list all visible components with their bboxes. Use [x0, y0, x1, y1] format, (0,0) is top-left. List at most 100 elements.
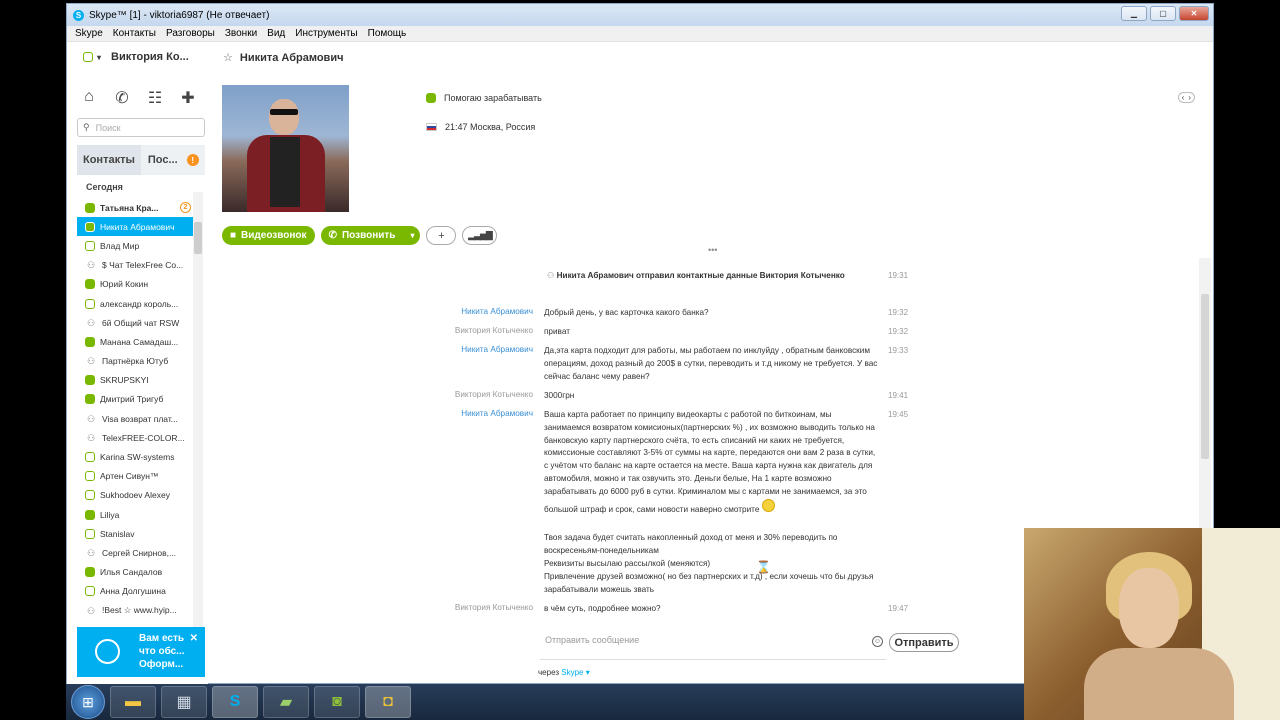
contact-item[interactable]: SKRUPSKYI: [77, 371, 193, 390]
star-icon[interactable]: ☆: [223, 52, 233, 64]
contact-item[interactable]: Stanislav: [77, 524, 193, 543]
hourglass-cursor-icon: ⌛: [756, 560, 771, 574]
via-label: через: [538, 668, 560, 677]
message-text: Ваша карта работает по принципу видеокар…: [544, 409, 879, 516]
message-sender[interactable]: Виктория Котыченко: [361, 326, 533, 335]
contact-item[interactable]: Влад Мир: [77, 236, 193, 255]
add-contact-icon[interactable]: ✚: [180, 88, 196, 108]
contact-name: Юрий Кокин: [100, 279, 149, 290]
message-sender[interactable]: Виктория Котыченко: [361, 603, 533, 612]
contact-item[interactable]: Liliya: [77, 505, 193, 524]
group-chat-icon: ⚇: [86, 317, 96, 328]
menu-help[interactable]: Помощь: [368, 28, 407, 39]
contact-item[interactable]: ⚇ $ Чат TelexFree Co...: [77, 256, 193, 275]
contact-item[interactable]: Манана Самадаш...: [77, 332, 193, 351]
contact-item[interactable]: Татьяна Кра... 2: [77, 198, 193, 217]
minimize-button[interactable]: ▁: [1121, 6, 1147, 21]
contact-item[interactable]: Илья Сандалов: [77, 563, 193, 582]
online-status-icon: [85, 375, 95, 386]
menu-view[interactable]: Вид: [267, 28, 285, 39]
add-button[interactable]: +: [426, 226, 457, 245]
home-icon[interactable]: ⌂: [81, 88, 97, 108]
maximize-button[interactable]: ▢: [1150, 6, 1176, 21]
prev-arrow-icon[interactable]: ‹: [1182, 93, 1185, 102]
tab-contacts[interactable]: Контакты: [77, 145, 141, 175]
title-bar[interactable]: S Skype™ [1] - viktoria6987 (Не отвечает…: [67, 4, 1213, 26]
video-call-button[interactable]: ■ Видеозвонок: [222, 226, 315, 245]
via-skype-dropdown[interactable]: Skype ▾: [561, 668, 589, 677]
contact-item[interactable]: Никита Абрамович: [77, 217, 193, 237]
group-chat-icon: ⚇: [86, 356, 96, 367]
chevron-down-icon[interactable]: ▾: [410, 231, 414, 240]
contact-item[interactable]: ⚇ TelexFREE-COLOR...: [77, 428, 193, 447]
windows-logo-icon: ⊞: [82, 693, 94, 710]
webcam-person-shoulders: [1084, 648, 1234, 720]
emoticon-icon[interactable]: ☺: [872, 636, 883, 647]
promo-line1: Вам есть: [139, 633, 184, 644]
message-sender[interactable]: Никита Абрамович: [361, 307, 533, 316]
message-body: Ваша карта работает по принципу видеокар…: [544, 410, 876, 514]
profile-status[interactable]: ▾ Виктория Ко...: [83, 51, 189, 63]
taskbar-app-green[interactable]: ▰: [263, 686, 309, 718]
promo-banner[interactable]: Вам есть что обс... Оформ... ✕: [77, 627, 205, 677]
contact-item[interactable]: Karina SW-systems: [77, 447, 193, 466]
avatar-shirt: [270, 137, 300, 207]
skype-icon: S: [229, 693, 241, 710]
promo-close-icon[interactable]: ✕: [190, 633, 198, 644]
smiley-icon: [761, 498, 775, 512]
menu-conversations[interactable]: Разговоры: [166, 28, 215, 39]
tab-recent[interactable]: Пос...: [141, 154, 178, 166]
menu-tools[interactable]: Инструменты: [295, 28, 357, 39]
contact-tabs: Контакты Пос... !: [77, 145, 205, 175]
contact-item[interactable]: ⚇ 6й Общий чат RSW: [77, 313, 193, 332]
resize-handle-icon[interactable]: •••: [708, 245, 717, 255]
taskbar-explorer[interactable]: ▬: [110, 686, 156, 718]
send-button[interactable]: Отправить: [889, 633, 959, 652]
profile-nav-arrows[interactable]: ‹ ›: [1177, 92, 1195, 103]
contact-item[interactable]: ⚇ Сергей Снирнов,...: [77, 543, 193, 562]
scroll-thumb[interactable]: [194, 222, 202, 254]
contact-item[interactable]: александр король...: [77, 294, 193, 313]
contact-item[interactable]: Sukhodoev Alexey: [77, 486, 193, 505]
contact-item[interactable]: Артен Сивун™: [77, 467, 193, 486]
call-quality-button[interactable]: ▂▃▅▇: [462, 226, 498, 245]
call-button[interactable]: ✆ Позвонить ▾: [320, 226, 421, 245]
contact-name: Никита Абрамович: [100, 221, 175, 232]
start-button[interactable]: ⊞: [71, 685, 105, 719]
message-text: Да,эта карта подходит для работы, мы раб…: [544, 346, 878, 381]
phone-icon[interactable]: ✆: [114, 88, 130, 108]
chat-scroll-thumb[interactable]: [1201, 294, 1209, 459]
contact-name: Манана Самадаш...: [100, 336, 179, 347]
message-input[interactable]: Отправить сообщение ☺: [540, 632, 886, 660]
contact-item[interactable]: Анна Долгушина: [77, 582, 193, 601]
next-arrow-icon[interactable]: ›: [1188, 93, 1191, 102]
group-icon[interactable]: ☷: [147, 88, 163, 108]
search-input[interactable]: ⚲ Поиск: [77, 118, 205, 137]
menu-contacts[interactable]: Контакты: [113, 28, 156, 39]
contact-item[interactable]: ⚇ Партнёрка Ютуб: [77, 352, 193, 371]
message-sender[interactable]: Виктория Котыченко: [361, 390, 533, 399]
contact-name: Liliya: [100, 509, 120, 520]
taskbar-app-recorder[interactable]: ◘: [365, 686, 411, 718]
contact-name: Дмитрий Тригуб: [100, 394, 164, 405]
message-text: в чём суть, подробнее можно?: [544, 604, 661, 613]
taskbar-app-camera[interactable]: ◙: [314, 686, 360, 718]
contact-item[interactable]: ⚇ Visa возврат плат...: [77, 409, 193, 428]
menu-skype[interactable]: Skype: [75, 28, 103, 39]
online-status-icon: [85, 509, 95, 520]
taskbar-skype[interactable]: S: [212, 686, 258, 718]
menu-calls[interactable]: Звонки: [225, 28, 257, 39]
contact-scrollbar[interactable]: [193, 192, 203, 632]
close-button[interactable]: ✕: [1179, 6, 1209, 21]
message-sender[interactable]: Никита Абрамович: [361, 345, 533, 354]
status-dropdown-icon: ▾: [97, 52, 102, 62]
calculator-icon: ▦: [176, 694, 192, 711]
taskbar-calculator[interactable]: ▦: [161, 686, 207, 718]
contact-item[interactable]: ⚇ !Best ☆ www.hyip...: [77, 601, 193, 620]
online-status-icon: [85, 567, 95, 578]
contact-item[interactable]: Юрий Кокин: [77, 275, 193, 294]
message-time: 19:45: [888, 410, 909, 419]
contact-item[interactable]: Дмитрий Тригуб: [77, 390, 193, 409]
message-sender[interactable]: Никита Абрамович: [361, 409, 533, 418]
mood-row: Помогаю зарабатывать: [426, 93, 542, 103]
